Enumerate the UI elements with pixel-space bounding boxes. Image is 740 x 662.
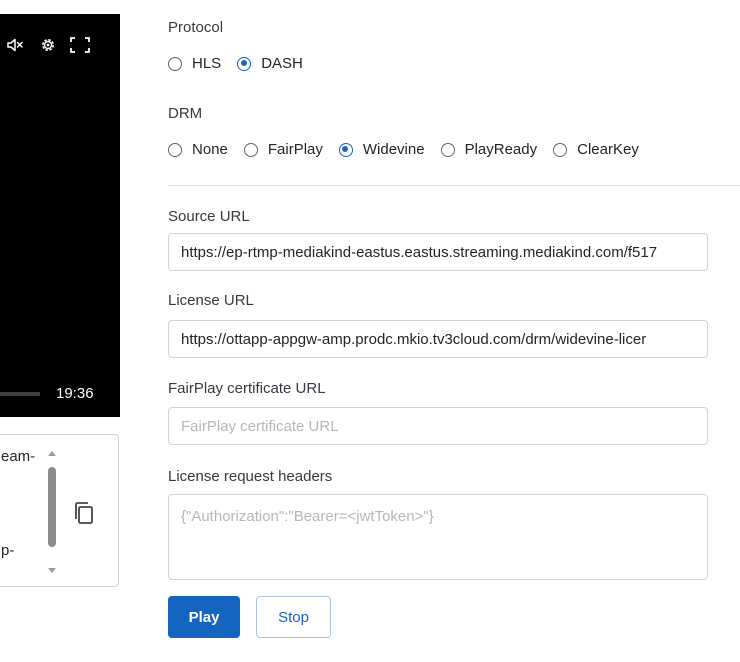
radio-label: ClearKey [577,141,639,158]
radio-label: Widevine [362,141,425,158]
drm-label: DRM [168,105,203,122]
scrollbar-thumb[interactable] [48,467,56,547]
drm-radio-group: None FairPlay Widevine PlayReady ClearKe… [168,139,655,161]
radio-hls[interactable]: HLS [168,54,221,74]
stop-button[interactable]: Stop [256,596,331,638]
radio-circle[interactable] [440,143,455,157]
radio-dash[interactable]: DASH [237,54,303,74]
radio-circle[interactable] [168,57,182,71]
source-url-label: Source URL [168,208,250,225]
section-divider [168,185,740,186]
radio-fairplay[interactable]: FairPlay [243,140,323,160]
video-player[interactable]: 19:36 [0,14,120,417]
panel-text-line: eam- [1,448,36,465]
scroll-down-arrow-icon[interactable] [48,568,56,573]
radio-circle[interactable] [168,143,182,157]
protocol-radio-group: HLS DASH [168,53,319,75]
license-headers-textarea[interactable] [168,494,708,580]
radio-none[interactable]: None [168,140,228,160]
fullscreen-icon[interactable] [69,36,91,59]
radio-circle[interactable] [237,57,252,71]
radio-circle[interactable] [338,143,353,157]
scroll-up-arrow-icon[interactable] [48,451,56,456]
progress-bar[interactable] [0,392,40,396]
license-headers-label: License request headers [168,468,333,485]
fairplay-cert-url-input[interactable] [168,407,708,445]
source-url-input[interactable] [168,233,708,271]
fairplay-cert-url-label: FairPlay certificate URL [168,380,326,397]
radio-label: DASH [261,55,303,72]
license-url-label: License URL [168,292,254,309]
time-display: 19:36 [56,385,94,402]
license-url-input[interactable] [168,320,708,358]
radio-circle[interactable] [243,143,258,157]
vertical-scrollbar[interactable] [46,447,60,577]
radio-label: FairPlay [267,141,323,158]
radio-label: HLS [192,55,222,72]
radio-clearkey[interactable]: ClearKey [553,140,639,160]
play-button[interactable]: Play [168,596,240,638]
radio-circle[interactable] [553,143,568,157]
radio-label: PlayReady [464,141,538,158]
gear-icon[interactable] [39,36,57,59]
panel-text-line: p- [1,542,15,559]
protocol-label: Protocol [168,19,224,36]
radio-label: None [192,141,228,158]
radio-widevine[interactable]: Widevine [338,140,425,160]
radio-playready[interactable]: PlayReady [440,140,538,160]
stream-info-panel: eam- p- [0,434,119,587]
mute-icon[interactable] [6,36,24,59]
copy-icon[interactable] [72,501,96,532]
